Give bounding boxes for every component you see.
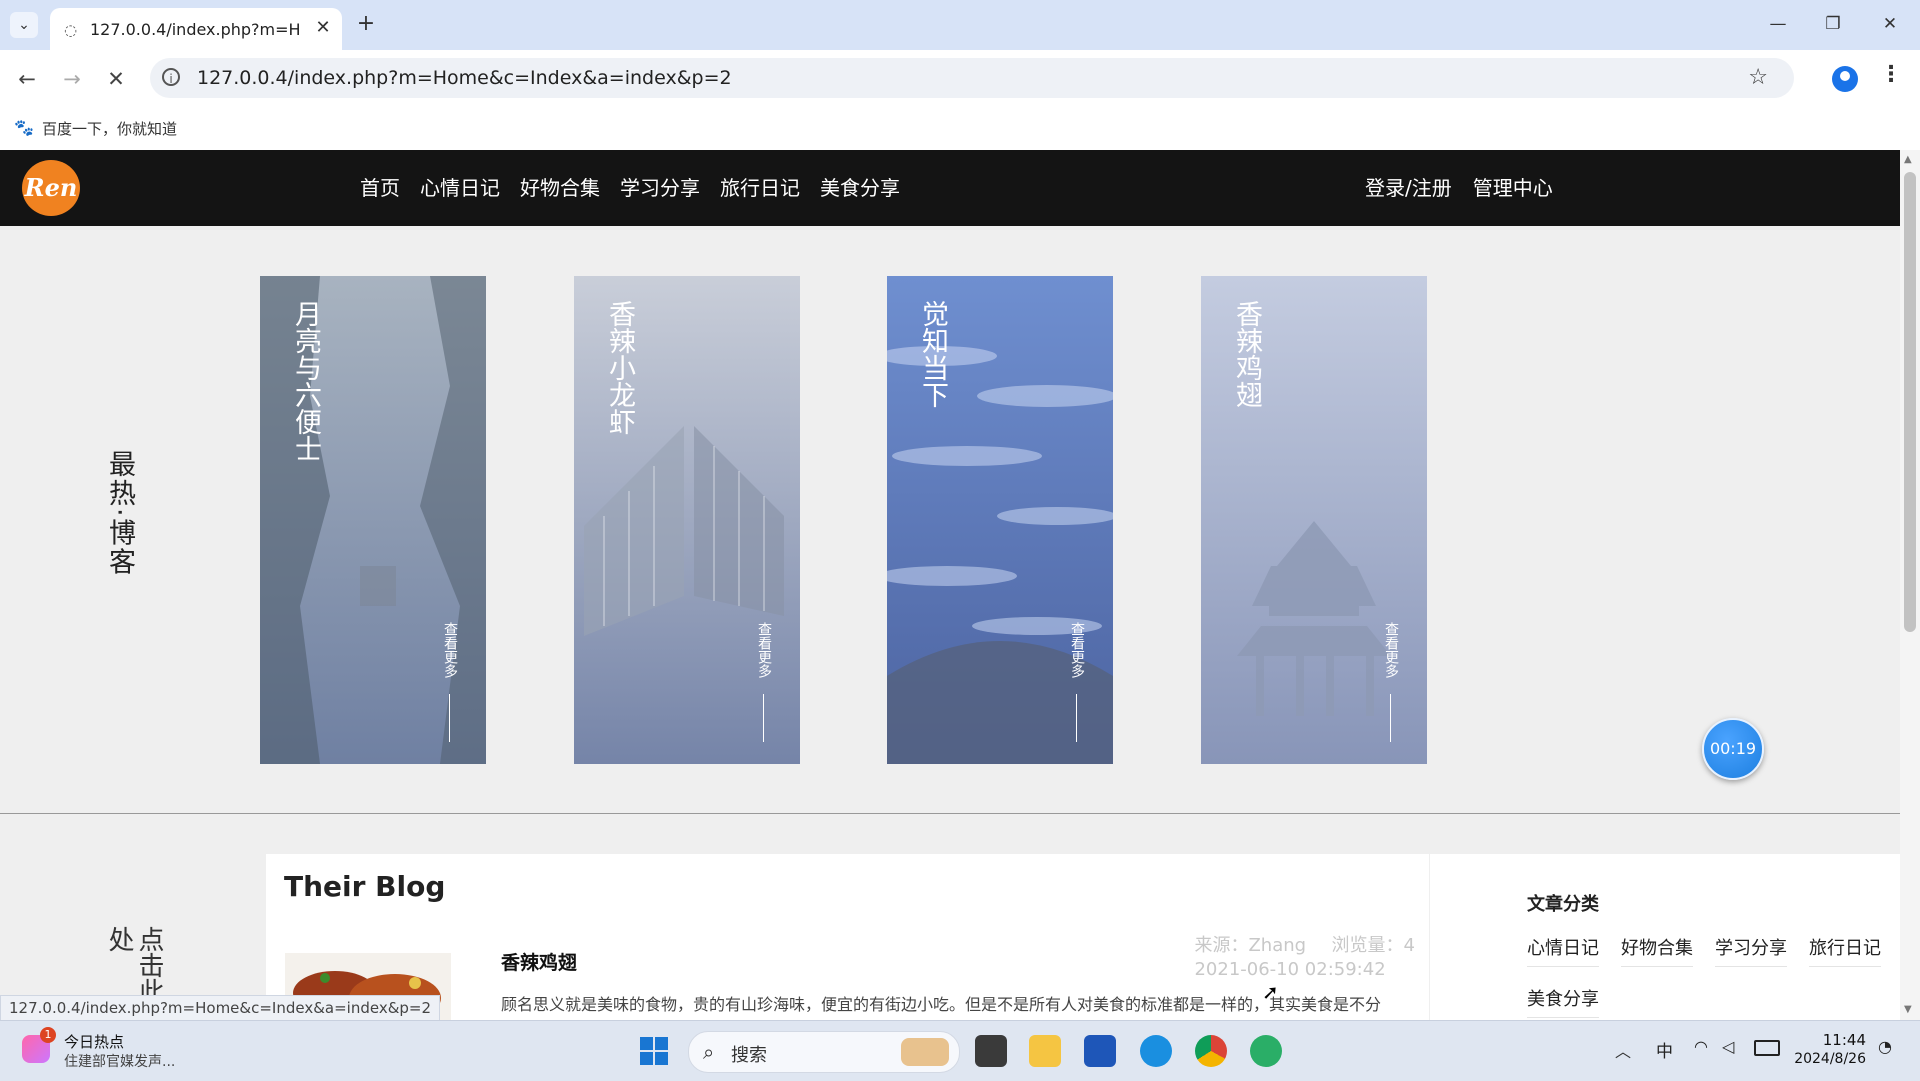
category-good-things[interactable]: 好物合集 (1621, 934, 1693, 967)
stop-loading-icon[interactable]: ✕ (101, 64, 131, 94)
nav-link-study[interactable]: 学习分享 (620, 172, 700, 201)
minimize-window-icon[interactable]: — (1758, 10, 1798, 38)
card-title: 觉知当下 (917, 300, 948, 408)
category-heading: 文章分类 (1527, 894, 1599, 915)
category-list: 心情日记 好物合集 学习分享 旅行日记 美食分享 (1527, 934, 1887, 1018)
main-nav: 首页 心情日记 好物合集 学习分享 旅行日记 美食分享 (360, 172, 900, 201)
card-more-line (1076, 694, 1077, 742)
hot-card[interactable]: 香辣鸡翅 查看更多 (1201, 276, 1427, 764)
card-more-link[interactable]: 查看更多 (1067, 622, 1087, 678)
category-travel[interactable]: 旅行日记 (1809, 934, 1881, 967)
input-method-indicator[interactable]: 中 (1656, 1037, 1673, 1062)
news-title: 今日热点 (64, 1033, 125, 1051)
scroll-up-icon[interactable]: ▲ (1904, 154, 1912, 165)
post-views: 浏览量：4 (1331, 935, 1415, 956)
blog-heading: Their Blog (284, 870, 446, 903)
card-more-line (449, 694, 450, 742)
section-divider (0, 813, 1900, 814)
taskbar-search-box[interactable]: ⌕ 搜索 (688, 1031, 960, 1073)
timer-bubble[interactable]: 00:19 (1702, 718, 1764, 780)
post-source: 来源：Zhang (1194, 935, 1307, 956)
back-arrow-icon[interactable]: ← (12, 64, 42, 94)
browser-tab-strip: ⌄ ◌ 127.0.0.4/index.php?m=Hom ✕ + — ❐ ✕ (0, 0, 1920, 50)
edge-browser-icon[interactable] (1140, 1035, 1172, 1067)
card-more-line (763, 694, 764, 742)
category-mood-diary[interactable]: 心情日记 (1527, 934, 1599, 967)
site-logo[interactable]: Ren (22, 160, 80, 216)
blog-list-panel: Their Blog 香辣鸡翅 来源：Zhang 浏览量：4 2021-06-1… (266, 854, 1429, 1020)
url-text[interactable]: 127.0.0.4/index.php?m=Home&c=Index&a=ind… (197, 67, 732, 89)
card-more-link[interactable]: 查看更多 (754, 622, 774, 678)
chrome-browser-icon[interactable] (1195, 1035, 1227, 1067)
nav-link-mood-diary[interactable]: 心情日记 (420, 172, 500, 201)
card-more-line (1390, 694, 1391, 742)
tray-overflow-chevron-icon[interactable]: ︿ (1615, 1038, 1631, 1062)
login-register-link[interactable]: 登录/注册 (1365, 172, 1452, 201)
hot-card[interactable]: 月亮与六便士 查看更多 (260, 276, 486, 764)
user-nav: 登录/注册 管理中心 (1365, 172, 1553, 201)
restore-window-icon[interactable]: ❐ (1813, 10, 1853, 38)
site-info-icon[interactable]: i (162, 68, 180, 86)
battery-icon[interactable] (1754, 1040, 1780, 1056)
notification-bell-icon[interactable]: ◔ (1878, 1037, 1892, 1056)
new-tab-button[interactable]: + (352, 10, 380, 38)
profile-avatar-icon[interactable] (1832, 66, 1858, 92)
news-subtitle: 住建部官媒发声... (64, 1054, 176, 1070)
card-title: 香辣鸡翅 (1231, 300, 1262, 408)
windows-start-icon[interactable] (640, 1037, 668, 1065)
active-tab[interactable]: ◌ 127.0.0.4/index.php?m=Hom ✕ (50, 8, 342, 50)
baidu-paw-icon: 🐾 (14, 118, 34, 137)
page-scrollbar[interactable]: ▲ ▼ (1900, 150, 1920, 1020)
card-more-link[interactable]: 查看更多 (440, 622, 460, 678)
scroll-down-icon[interactable]: ▼ (1904, 1004, 1912, 1015)
web-page: Ren 首页 心情日记 好物合集 学习分享 旅行日记 美食分享 登录/注册 管理… (0, 150, 1900, 1020)
wechat-icon[interactable] (1250, 1035, 1282, 1067)
bookmark-baidu[interactable]: 百度一下，你就知道 (42, 118, 177, 139)
bookmarks-bar: 🐾 百度一下，你就知道 (0, 106, 1920, 150)
hot-card[interactable]: 觉知当下 查看更多 (887, 276, 1113, 764)
browser-toolbar: ← → ✕ i 127.0.0.4/index.php?m=Home&c=Ind… (0, 50, 1920, 106)
hot-blogs-title: 最热·博客 (104, 450, 135, 577)
volume-icon[interactable]: ◁ (1722, 1037, 1734, 1056)
clock-date[interactable]: 2024/8/26 (1790, 1051, 1866, 1067)
news-badge: 1 (40, 1027, 56, 1043)
mouse-cursor-icon: ➚ (1262, 980, 1279, 1004)
scroll-thumb[interactable] (1904, 172, 1916, 632)
bookmark-star-icon[interactable]: ☆ (1748, 65, 1768, 90)
hot-card[interactable]: 香辣小龙虾 查看更多 (574, 276, 800, 764)
card-title: 香辣小龙虾 (604, 300, 635, 435)
clock-time[interactable]: 11:44 (1800, 1031, 1866, 1049)
post-meta: 来源：Zhang 浏览量：4 2021-06-10 02:59:42 (1194, 934, 1415, 982)
post-date: 2021-06-10 02:59:42 (1194, 959, 1386, 980)
category-food[interactable]: 美食分享 (1527, 985, 1599, 1018)
nav-link-food[interactable]: 美食分享 (820, 172, 900, 201)
page-loading-favicon-icon: ◌ (64, 21, 78, 39)
close-window-icon[interactable]: ✕ (1870, 10, 1910, 38)
search-label: 搜索 (731, 1045, 767, 1066)
address-bar[interactable]: i 127.0.0.4/index.php?m=Home&c=Index&a=i… (150, 58, 1794, 98)
forward-arrow-icon[interactable]: → (57, 64, 87, 94)
category-study[interactable]: 学习分享 (1715, 934, 1787, 967)
search-highlight-art (901, 1038, 949, 1066)
tab-search-dropdown-icon[interactable]: ⌄ (10, 12, 38, 38)
task-view-icon[interactable] (975, 1035, 1007, 1067)
link-status-bubble: 127.0.0.4/index.php?m=Home&c=Index&a=ind… (0, 995, 441, 1021)
site-header: Ren 首页 心情日记 好物合集 学习分享 旅行日记 美食分享 登录/注册 管理… (0, 150, 1900, 226)
card-title: 月亮与六便士 (290, 300, 321, 462)
browser-menu-icon[interactable]: ⋮ (1880, 62, 1902, 87)
microsoft-store-icon[interactable] (1084, 1035, 1116, 1067)
wifi-icon[interactable]: ◠ (1694, 1037, 1708, 1056)
post-title[interactable]: 香辣鸡翅 (501, 948, 577, 975)
tab-close-icon[interactable]: ✕ (312, 17, 334, 39)
nav-link-home[interactable]: 首页 (360, 172, 400, 201)
nav-link-travel[interactable]: 旅行日记 (720, 172, 800, 201)
nav-link-good-things[interactable]: 好物合集 (520, 172, 600, 201)
tab-title: 127.0.0.4/index.php?m=Hom (90, 20, 300, 39)
search-icon: ⌕ (703, 1040, 715, 1064)
category-sidebar: 文章分类 心情日记 好物合集 学习分享 旅行日记 美食分享 (1430, 854, 1900, 1020)
card-more-link[interactable]: 查看更多 (1381, 622, 1401, 678)
file-explorer-icon[interactable] (1029, 1035, 1061, 1067)
windows-taskbar: 1 今日热点 住建部官媒发声... ⌕ 搜索 ︿ 中 ◠ ◁ 11:44 202… (0, 1020, 1920, 1081)
admin-center-link[interactable]: 管理中心 (1473, 172, 1553, 201)
